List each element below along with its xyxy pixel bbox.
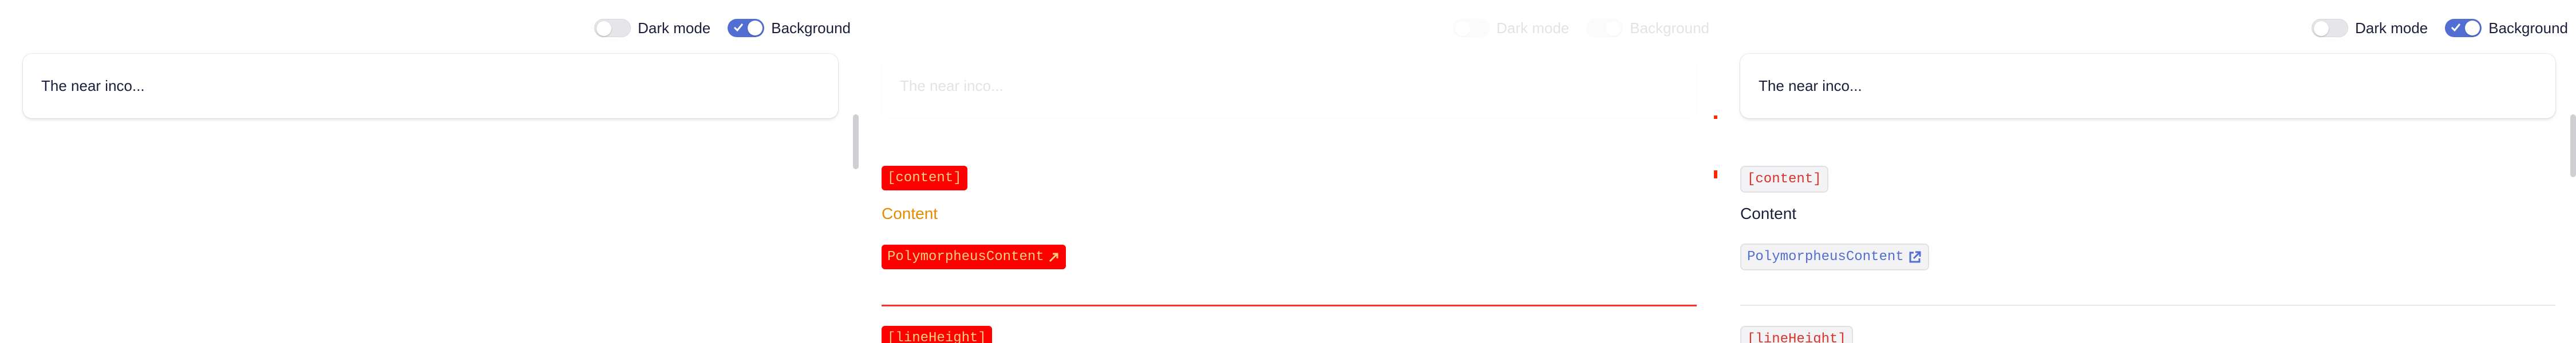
external-link-icon — [1049, 253, 1058, 262]
toggle-knob — [1455, 21, 1471, 36]
dark-mode-label: Dark mode — [2355, 19, 2428, 37]
diff-polymorpheus-link-text: PolymorpheusContent — [887, 249, 1044, 265]
text-field[interactable]: The near inco... — [1740, 54, 2555, 118]
polymorpheus-link-text: PolymorpheusContent — [1747, 249, 1904, 265]
text-field[interactable]: The near inco... — [23, 54, 838, 118]
dark-mode-toggle[interactable] — [594, 19, 631, 37]
dark-mode-toggle-group: Dark mode — [594, 19, 710, 37]
background-toggle[interactable] — [728, 19, 765, 37]
background-toggle-group: Background — [2445, 19, 2568, 37]
section-divider — [1740, 305, 2555, 306]
toggle-knob — [748, 21, 763, 35]
check-icon — [2451, 23, 2461, 32]
external-link-icon — [1909, 251, 1921, 262]
content-tag-text: [content] — [1747, 172, 1822, 187]
diff-polymorpheus-link: PolymorpheusContent — [882, 245, 1066, 269]
diff-divider — [882, 305, 1697, 306]
line-height-tag-text: [lineHeight] — [1747, 332, 1846, 343]
panel-diff: Dark mode Background The near inco... [c… — [859, 0, 1717, 343]
diff-line-height-tag: [lineHeight] — [882, 326, 992, 343]
text-field[interactable]: The near inco... — [882, 54, 1697, 118]
toolbar: Dark mode Background — [1436, 19, 1709, 37]
toggle-knob — [2465, 21, 2480, 35]
dark-mode-label: Dark mode — [638, 19, 711, 37]
background-toggle[interactable] — [2445, 19, 2482, 37]
background-toggle-group: Background — [728, 19, 851, 37]
background-toggle-group: Background — [1586, 19, 1709, 37]
check-icon — [734, 23, 744, 32]
background-label: Background — [2488, 19, 2568, 37]
toggle-knob — [1606, 21, 1621, 36]
scrollbar[interactable] — [853, 114, 859, 169]
diff-content-tag-text: [content] — [887, 170, 962, 186]
line-height-tag: [lineHeight] — [1740, 326, 1853, 343]
content-tag: [content] — [1740, 166, 1828, 193]
diff-content-text: Content — [882, 205, 938, 222]
panel-expected: Dark mode Background The near inco... [c… — [1717, 0, 2576, 343]
toolbar: Dark mode Background — [577, 19, 851, 37]
background-label: Background — [771, 19, 851, 37]
panel-actual: Dark mode Background The near inco... — [0, 0, 859, 343]
diff-content-tag: [content] — [882, 166, 967, 190]
content-text: Content — [1740, 205, 1797, 222]
toggle-knob — [596, 21, 612, 36]
scrollbar[interactable] — [2570, 114, 2576, 177]
text-field-value: The near inco... — [900, 77, 1003, 94]
text-field-value: The near inco... — [1759, 77, 1862, 94]
toggle-knob — [2314, 21, 2329, 36]
background-label: Background — [1630, 19, 1709, 37]
background-toggle[interactable] — [1586, 19, 1623, 37]
dark-mode-toggle-group: Dark mode — [2312, 19, 2428, 37]
polymorpheus-link[interactable]: PolymorpheusContent — [1740, 244, 1929, 270]
dark-mode-label: Dark mode — [1496, 19, 1570, 37]
text-field-value: The near inco... — [41, 77, 145, 94]
dark-mode-toggle[interactable] — [2312, 19, 2349, 37]
dark-mode-toggle-group: Dark mode — [1453, 19, 1569, 37]
toolbar: Dark mode Background — [2294, 19, 2568, 37]
diff-line-height-tag-text: [lineHeight] — [887, 330, 986, 343]
dark-mode-toggle[interactable] — [1453, 19, 1490, 37]
